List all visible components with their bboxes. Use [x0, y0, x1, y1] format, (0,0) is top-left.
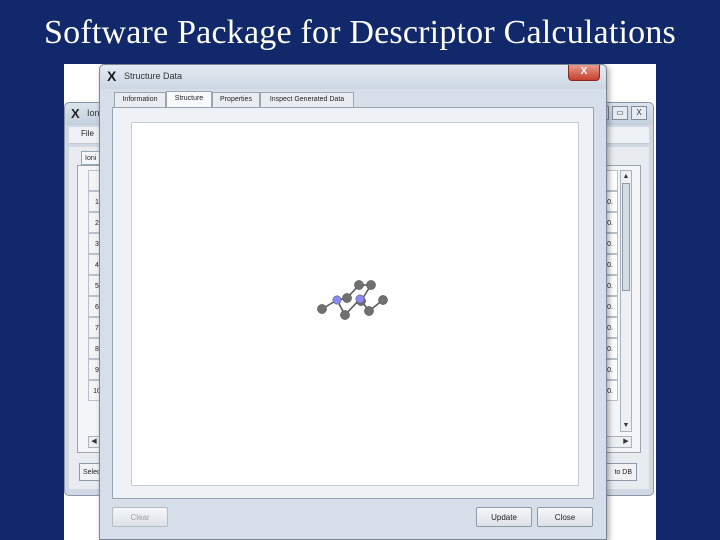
structure-data-dialog: X Structure Data X Information Structure… [99, 64, 607, 540]
scroll-thumb[interactable] [622, 183, 630, 291]
slide-title: Software Package for Descriptor Calculat… [44, 14, 676, 51]
molecule-viewer[interactable] [131, 122, 579, 486]
maximize-icon[interactable]: ▭ [612, 106, 628, 120]
nitrogen-atom[interactable] [355, 294, 365, 304]
carbon-atom[interactable] [340, 310, 350, 320]
scroll-up-icon[interactable]: ▲ [621, 171, 631, 182]
tab-information[interactable]: Information [114, 92, 166, 107]
carbon-atom[interactable] [342, 293, 352, 303]
close-icon[interactable]: X [568, 65, 600, 81]
nitrogen-atom[interactable] [332, 295, 342, 305]
tab-inspect-generated-data[interactable]: Inspect Generated Data [260, 92, 354, 107]
scroll-left-icon[interactable]: ◀ [89, 437, 99, 447]
dialog-title: Structure Data [124, 71, 183, 81]
scroll-down-icon[interactable]: ▼ [621, 420, 631, 431]
structure-tab-panel [112, 107, 594, 499]
tab-properties[interactable]: Properties [212, 92, 260, 107]
scroll-right-icon[interactable]: ▶ [621, 437, 631, 447]
carbon-atom[interactable] [317, 304, 327, 314]
molecule-structure [317, 280, 388, 320]
clear-button[interactable]: Clear [112, 507, 168, 527]
carbon-atom[interactable] [366, 280, 376, 290]
close-button[interactable]: Close [537, 507, 593, 527]
app-logo-icon: X [107, 68, 117, 84]
tab-structure[interactable]: Structure [166, 91, 212, 107]
app-logo-icon: X [71, 106, 80, 121]
carbon-atom[interactable] [354, 280, 364, 290]
close-icon[interactable]: X [631, 106, 647, 120]
update-button[interactable]: Update [476, 507, 532, 527]
carbon-atom[interactable] [364, 306, 374, 316]
carbon-atom[interactable] [378, 295, 388, 305]
screenshot-area: X Ioni ▭ ▭ X File Ioni 1 2 3 4 5 6 [64, 64, 656, 540]
dialog-titlebar[interactable]: X Structure Data X [100, 65, 606, 89]
menu-file[interactable]: File [81, 129, 94, 138]
vertical-scrollbar[interactable]: ▲ ▼ [620, 170, 632, 432]
